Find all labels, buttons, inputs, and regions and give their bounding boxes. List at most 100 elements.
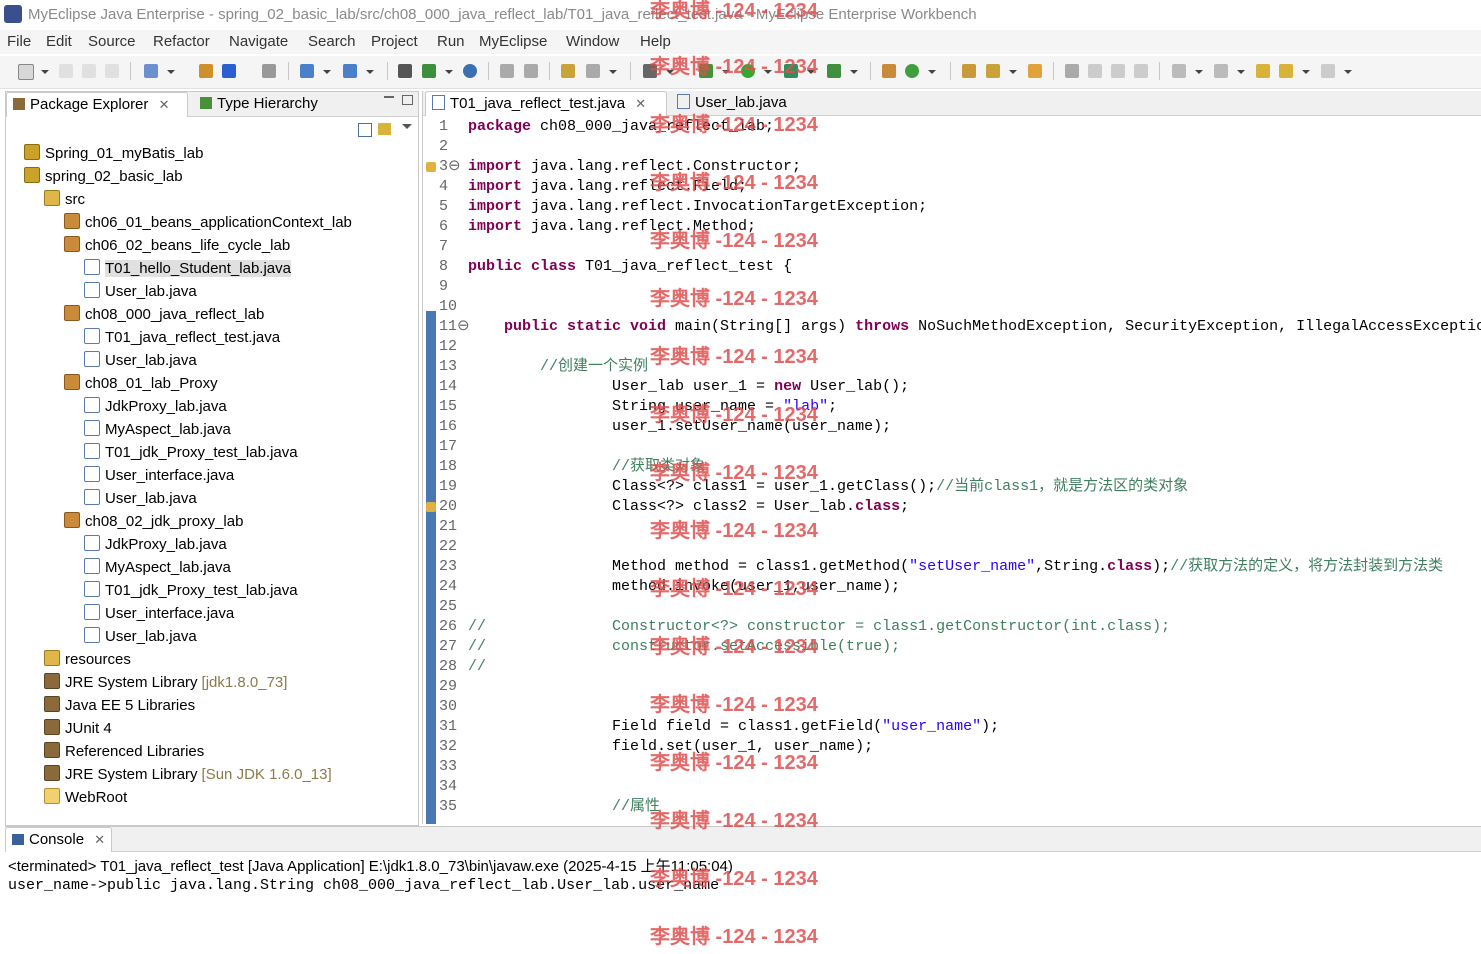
code-line[interactable]: Class<?> class1 = user_1.getClass();//当前…	[468, 477, 1188, 497]
minimize-icon[interactable]	[384, 96, 394, 98]
tree-item[interactable]: WebRoot	[44, 786, 127, 809]
tree-item[interactable]: User_lab.java	[84, 349, 197, 372]
tree-item[interactable]: T01_hello_Student_lab.java	[84, 257, 291, 280]
code-line[interactable]: import java.lang.reflect.Constructor;	[468, 157, 801, 177]
menu-project[interactable]: Project	[371, 33, 418, 50]
menu-navigate[interactable]: Navigate	[229, 33, 288, 50]
refresh-icon[interactable]	[524, 64, 538, 78]
code-line[interactable]: public class T01_java_reflect_test {	[468, 257, 792, 277]
tree-item[interactable]: ch06_01_beans_applicationContext_lab	[64, 211, 352, 234]
code-line[interactable]: // constructor.setAccessible(true);	[468, 637, 900, 657]
tree-item[interactable]: ch06_02_beans_life_cycle_lab	[64, 234, 290, 257]
console-output[interactable]: user_name->public java.lang.String ch08_…	[8, 877, 719, 894]
tree-item[interactable]: JdkProxy_lab.java	[84, 533, 227, 556]
close-icon[interactable]: ✕	[635, 96, 646, 111]
deploy-dropdown-icon[interactable]	[323, 70, 331, 74]
external-tools-dropdown-icon[interactable]	[850, 70, 858, 74]
new-class-icon[interactable]	[905, 64, 919, 78]
next-annotation-icon[interactable]	[1172, 64, 1186, 78]
globe-icon[interactable]	[463, 64, 477, 78]
tree-item[interactable]: spring_02_basic_lab	[24, 165, 183, 188]
print-icon[interactable]	[105, 64, 119, 78]
show-whitespace-icon[interactable]	[1134, 64, 1148, 78]
code-line[interactable]: import java.lang.reflect.InvocationTarge…	[468, 197, 927, 217]
tree-item[interactable]: ch08_01_lab_Proxy	[64, 372, 218, 395]
menu-edit[interactable]: Edit	[46, 33, 72, 50]
maximize-icon[interactable]	[402, 95, 413, 105]
code-line[interactable]: //属性	[468, 797, 660, 817]
open-resource-icon[interactable]	[222, 64, 236, 78]
back-arrow-icon[interactable]	[1279, 64, 1293, 78]
code-line[interactable]: import java.lang.reflect.Field;	[468, 177, 747, 197]
tree-item[interactable]: Referenced Libraries	[44, 740, 204, 763]
tree-item[interactable]: User_interface.java	[84, 602, 234, 625]
search-dropdown-icon[interactable]	[1009, 70, 1017, 74]
view-menu-icon[interactable]	[402, 124, 412, 129]
annotation-icon[interactable]	[1065, 64, 1079, 78]
link-with-editor-icon[interactable]	[378, 123, 391, 135]
debug-icon[interactable]	[699, 64, 713, 78]
search-icon[interactable]	[986, 64, 1000, 78]
tree-item[interactable]: Java EE 5 Libraries	[44, 694, 195, 717]
coverage-dropdown-icon[interactable]	[807, 70, 815, 74]
tree-item[interactable]: MyAspect_lab.java	[84, 418, 231, 441]
code-editor[interactable]: 1 package ch08_000_java_reflect_lab; 2 3⊖ im…	[423, 117, 1481, 824]
block-selection-icon[interactable]	[1111, 64, 1125, 78]
menu-search[interactable]: Search	[308, 33, 356, 50]
tree-item[interactable]: Spring_01_myBatis_lab	[24, 142, 203, 165]
launch-dropdown-icon[interactable]	[445, 70, 453, 74]
open-type-icon[interactable]	[199, 64, 213, 78]
gear-icon[interactable]	[586, 64, 600, 78]
team-icon[interactable]	[398, 64, 412, 78]
tree-item[interactable]: src	[44, 188, 85, 211]
code-line[interactable]: //创建一个实例	[468, 357, 648, 377]
menu-run[interactable]: Run	[437, 33, 465, 50]
code-line[interactable]: field.set(user_1, user_name);	[468, 737, 873, 757]
new-dropdown-icon[interactable]	[41, 70, 49, 74]
save-icon[interactable]	[59, 64, 73, 78]
deploy-icon[interactable]	[300, 64, 314, 78]
open-folder-icon[interactable]	[962, 64, 976, 78]
menu-refactor[interactable]: Refactor	[153, 33, 210, 50]
debug-dropdown-icon[interactable]	[722, 70, 730, 74]
code-line[interactable]: User_lab user_1 = new User_lab();	[468, 377, 909, 397]
tab-t01-java-reflect-test[interactable]: T01_java_reflect_test.java ✕	[425, 91, 667, 116]
tree-item[interactable]: T01_java_reflect_test.java	[84, 326, 280, 349]
tree-item[interactable]: User_lab.java	[84, 280, 197, 303]
launch-icon[interactable]	[422, 64, 436, 78]
close-icon[interactable]: ✕	[94, 832, 105, 847]
collapse-all-icon[interactable]	[358, 123, 372, 137]
code-line[interactable]: //获取类对象	[468, 457, 705, 477]
run-dropdown-icon[interactable]	[764, 70, 772, 74]
code-line[interactable]: package ch08_000_java_reflect_lab;	[468, 117, 774, 137]
tree-item[interactable]: User_lab.java	[84, 625, 197, 648]
next-annotation-dropdown-icon[interactable]	[1195, 70, 1203, 74]
web-browser-icon[interactable]	[262, 64, 276, 78]
tab-type-hierarchy[interactable]: Type Hierarchy	[196, 92, 336, 116]
code-line[interactable]: String user_name = "lab";	[468, 397, 837, 417]
menu-source[interactable]: Source	[88, 33, 136, 50]
tree-item[interactable]: User_interface.java	[84, 464, 234, 487]
database-icon[interactable]	[500, 64, 514, 78]
coverage-icon[interactable]	[784, 64, 798, 78]
close-icon[interactable]: ✕	[159, 97, 170, 112]
new-icon[interactable]	[18, 64, 34, 80]
run-icon[interactable]	[741, 64, 755, 78]
code-line[interactable]: Class<?> class2 = User_lab.class;	[468, 497, 909, 517]
code-line[interactable]: Method method = class1.getMethod("setUse…	[468, 557, 1443, 577]
server-dropdown-icon[interactable]	[366, 70, 374, 74]
new-wizard-icon[interactable]	[144, 64, 158, 78]
forward-arrow-icon[interactable]	[1321, 64, 1335, 78]
tree-item[interactable]: JRE System Library [jdk1.8.0_73]	[44, 671, 287, 694]
tree-item[interactable]: User_lab.java	[84, 487, 197, 510]
task-icon[interactable]	[1028, 64, 1042, 78]
new-class-dropdown-icon[interactable]	[928, 70, 936, 74]
external-tools-icon[interactable]	[827, 64, 841, 78]
server-icon[interactable]	[343, 64, 357, 78]
menu-window[interactable]: Window	[566, 33, 619, 50]
menu-file[interactable]: File	[7, 33, 31, 50]
tab-package-explorer[interactable]: Package Explorer ✕	[6, 92, 188, 117]
last-edit-icon[interactable]	[1256, 64, 1270, 78]
prev-annotation-icon[interactable]	[1214, 64, 1228, 78]
back-dropdown-icon[interactable]	[1302, 70, 1310, 74]
